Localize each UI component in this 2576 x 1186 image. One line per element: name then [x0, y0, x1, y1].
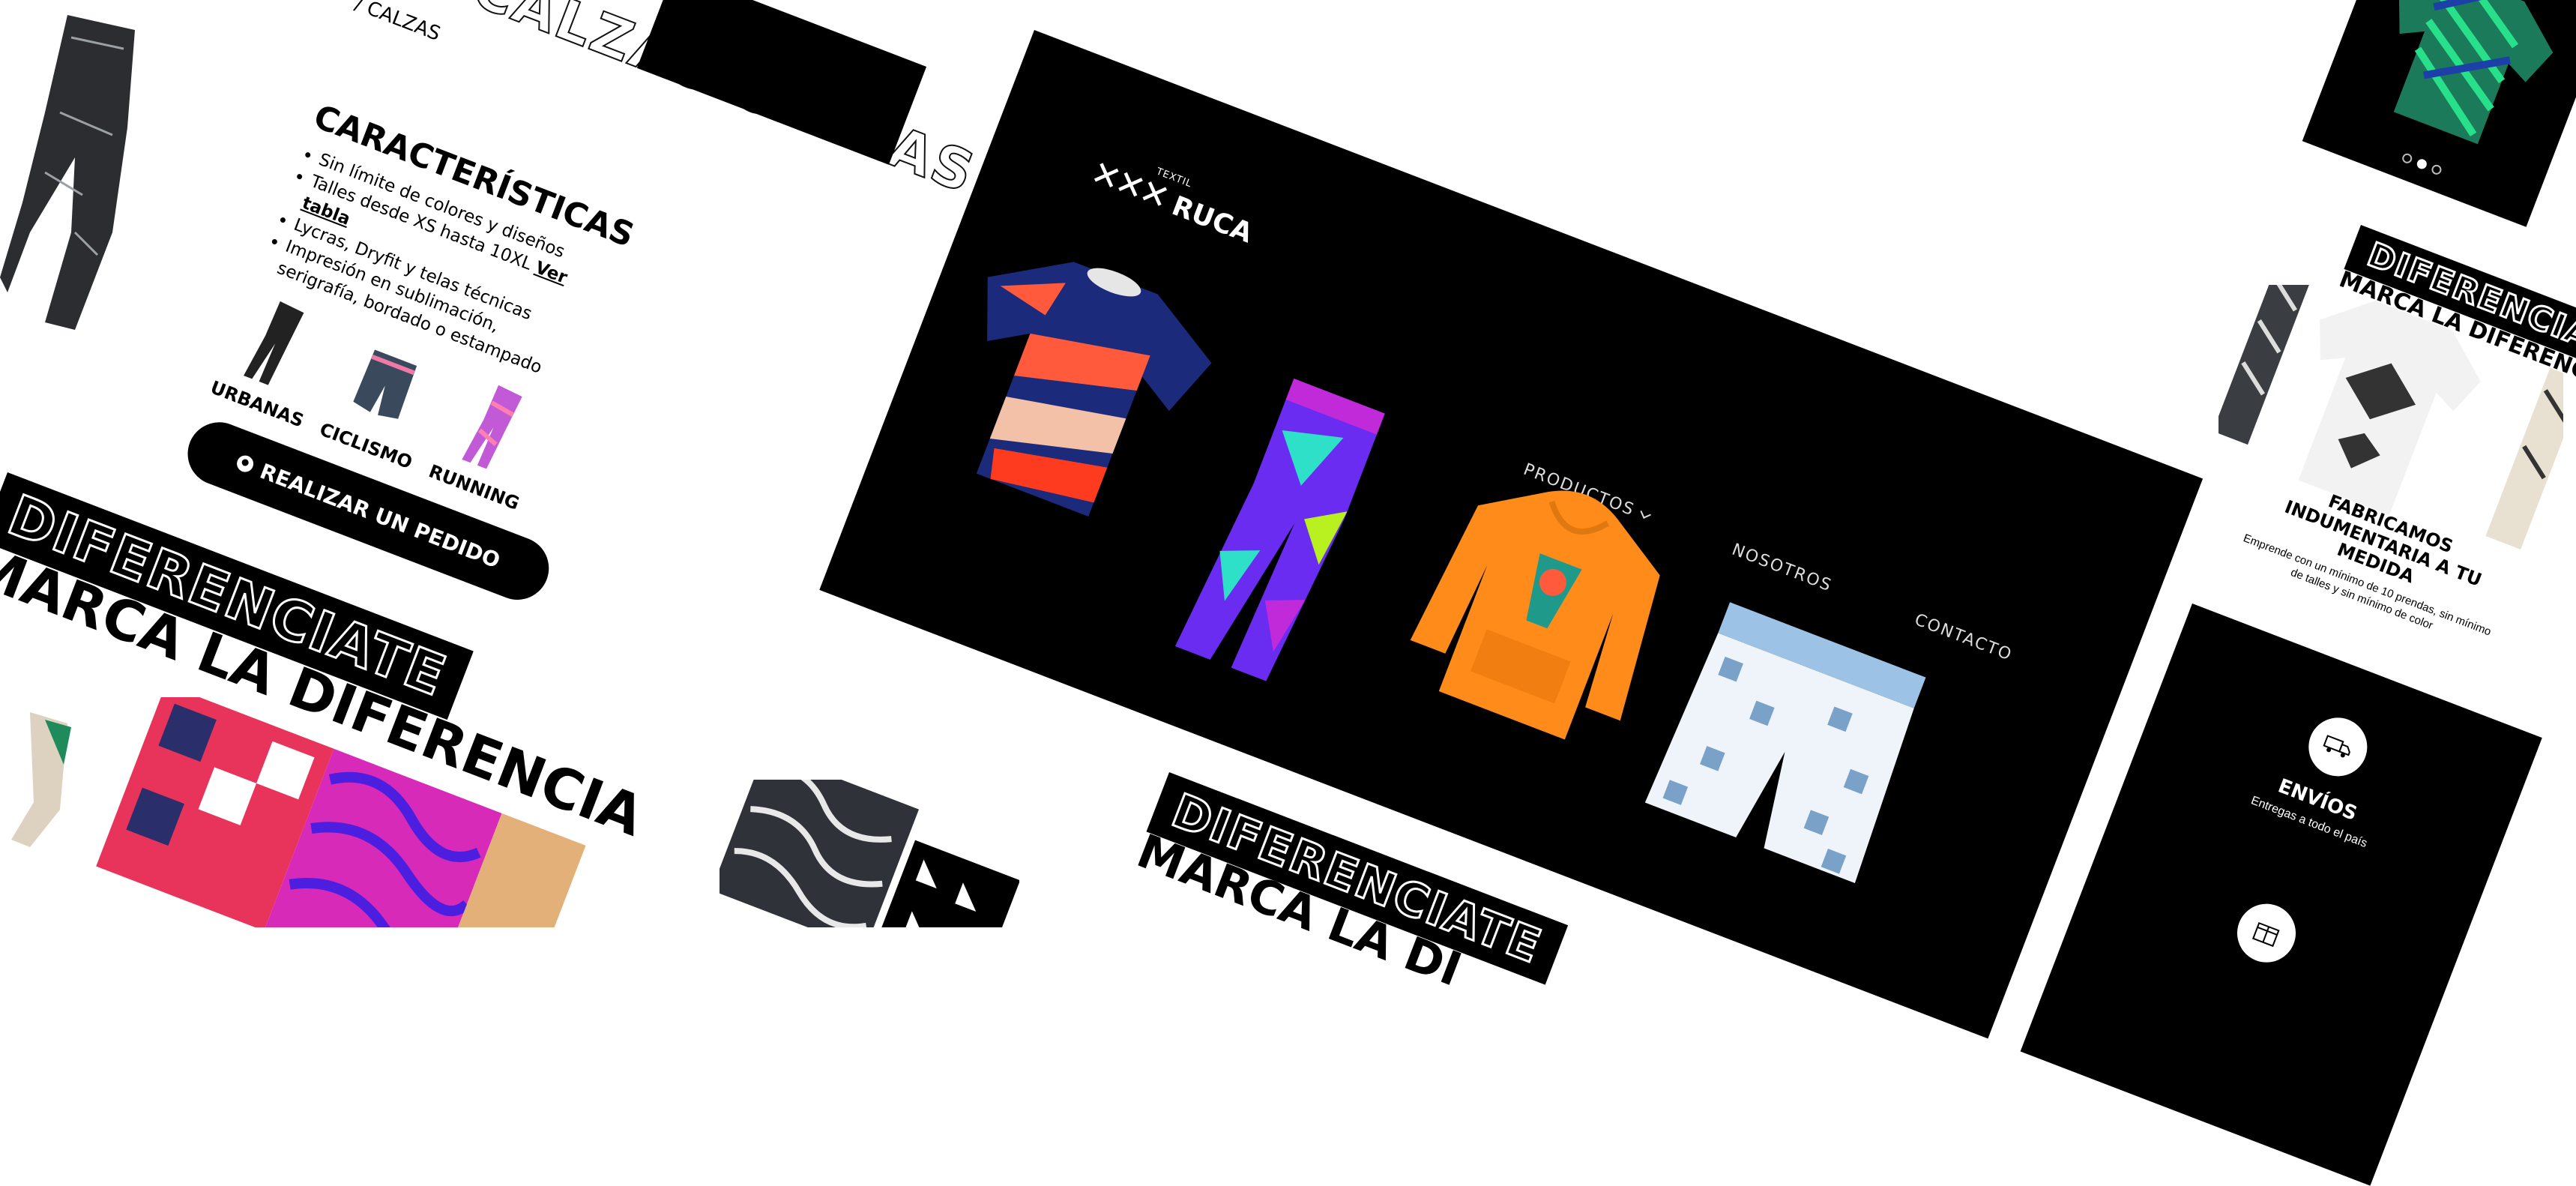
pattern-swatches: [11, 697, 586, 927]
shorts-product-image: [1644, 602, 1926, 883]
hoodie-product-image: [1410, 490, 1660, 740]
slider-dot[interactable]: [2401, 151, 2414, 165]
urbanas-legging-icon: [243, 301, 304, 385]
nav-contacto[interactable]: CONTACTO: [1912, 610, 2015, 665]
mobile-carousel-images: [2218, 285, 2563, 550]
nav-nosotros[interactable]: NOSOTROS: [1729, 541, 1835, 596]
service-icon-circle: [2228, 895, 2305, 972]
legging-product-image: [0, 15, 135, 330]
whatsapp-icon: [234, 453, 256, 475]
mobile-hero-slider: [2302, 0, 2576, 227]
truck-icon: [2323, 735, 2350, 758]
green-shirt-image: [2393, 0, 2554, 145]
logo-name: RUCA: [1168, 190, 1257, 250]
breadcrumb: / CALZAS: [352, 0, 444, 46]
category-running[interactable]: RUNNING: [426, 370, 552, 514]
box-icon: [2251, 921, 2280, 948]
top-black-banner: [636, 0, 927, 165]
ciclismo-short-icon: [353, 349, 417, 419]
brand-logo[interactable]: ✕✕✕ RUCA TEXTIL: [1085, 151, 1259, 250]
truck-icon-circle: [2299, 708, 2376, 785]
caracteristicas-section: CARACTERÍSTICAS Sin límite de colores y …: [178, 97, 639, 609]
slider-dots: [2401, 151, 2443, 176]
center-pattern-swatches: [720, 780, 1019, 927]
logo-mark-icon: ✕✕✕: [1085, 151, 1173, 217]
slider-dot[interactable]: [2430, 163, 2443, 176]
hero-banner: ✕✕✕ RUCA TEXTIL PRODUCTOS NOSOTROS CONTA…: [819, 30, 2204, 1039]
running-legging-icon: [462, 385, 522, 469]
second-service-block: [2081, 839, 2452, 1028]
slider-dot-active[interactable]: [2415, 157, 2428, 171]
category-ciclismo[interactable]: CICLISMO: [317, 328, 444, 473]
category-urbanas[interactable]: URBANAS: [208, 286, 334, 432]
